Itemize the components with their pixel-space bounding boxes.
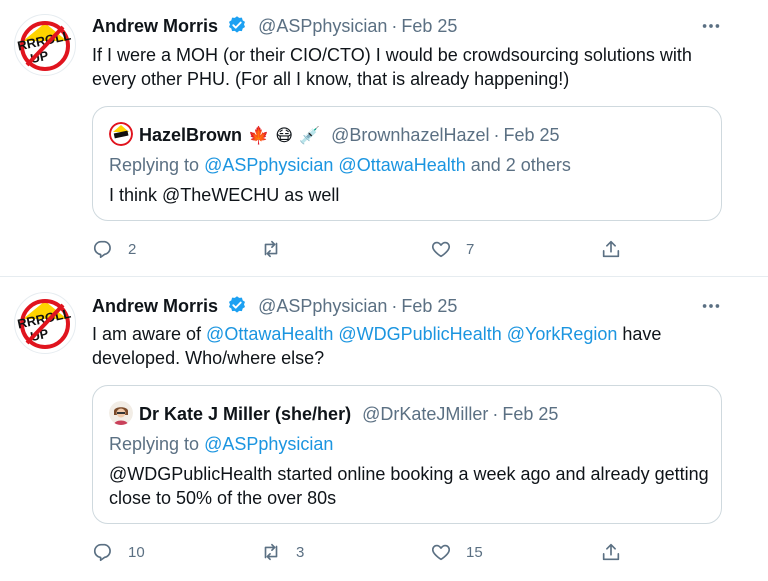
tweet[interactable]: RRROLL UP Andrew Morris @ASPphysician · Fe… bbox=[0, 277, 768, 581]
tweet-date[interactable]: Feb 25 bbox=[401, 16, 457, 36]
avatar-image: RRROLL UP bbox=[16, 294, 74, 352]
replying-to-line: Replying to @ASPphysician @OttawaHealth … bbox=[109, 153, 571, 177]
tweet-actions: 10 3 15 bbox=[92, 540, 652, 564]
reply-count: 2 bbox=[128, 240, 137, 258]
tweet-header: Andrew Morris @ASPphysician · Feb 25 bbox=[92, 14, 457, 38]
separator-dot: · bbox=[493, 125, 500, 145]
quoted-avatar-image bbox=[109, 401, 133, 425]
author-handle[interactable]: @ASPphysician bbox=[258, 296, 387, 316]
avatar[interactable]: RRROLL UP bbox=[14, 14, 76, 76]
share-button[interactable] bbox=[600, 540, 622, 564]
author-name[interactable]: Andrew Morris bbox=[92, 16, 218, 36]
reply-button[interactable]: 2 bbox=[92, 237, 136, 261]
avatar-image: RRROLL UP bbox=[16, 16, 74, 74]
heart-icon bbox=[432, 544, 450, 561]
quoted-tweet-header: Dr Kate J Miller (she/her) @DrKateJMille… bbox=[109, 401, 558, 425]
share-icon bbox=[602, 240, 620, 258]
mention-link[interactable]: @OttawaHealth bbox=[338, 155, 465, 175]
replying-to-label: Replying to bbox=[109, 155, 205, 175]
replying-to-line: Replying to @ASPphysician bbox=[109, 432, 333, 456]
quoted-tweet-date[interactable]: Feb 25 bbox=[502, 404, 558, 424]
replying-to-others[interactable]: and 2 others bbox=[466, 155, 571, 175]
mask-face-icon: 😷 bbox=[275, 126, 293, 145]
retweet-icon bbox=[264, 240, 278, 258]
verified-badge-icon bbox=[229, 296, 246, 313]
share-icon bbox=[602, 543, 620, 561]
quoted-author-name[interactable]: Dr Kate J Miller (she/her) bbox=[139, 404, 351, 424]
like-count: 15 bbox=[466, 543, 483, 561]
quoted-author-name[interactable]: HazelBrown bbox=[139, 125, 242, 145]
tweet-actions: 2 7 bbox=[92, 237, 652, 261]
quoted-tweet[interactable]: Dr Kate J Miller (she/her) @DrKateJMille… bbox=[92, 385, 722, 524]
quoted-avatar-image bbox=[109, 122, 133, 146]
mention-link[interactable]: @OttawaHealth bbox=[206, 324, 333, 344]
maple-leaf-icon: 🍁 bbox=[248, 126, 270, 145]
share-button[interactable] bbox=[600, 237, 622, 261]
quoted-tweet-text: I think @TheWECHU as well bbox=[109, 185, 340, 205]
reply-icon bbox=[93, 240, 111, 259]
mention-link[interactable]: @YorkRegion bbox=[507, 324, 618, 344]
tweet-text: I am aware of @OttawaHealth @WDGPublicHe… bbox=[92, 322, 732, 370]
quoted-avatar[interactable] bbox=[109, 122, 133, 146]
author-handle[interactable]: @ASPphysician bbox=[258, 16, 387, 36]
quoted-tweet-date[interactable]: Feb 25 bbox=[503, 125, 559, 145]
more-options-icon[interactable] bbox=[700, 295, 722, 317]
tweet-header: Andrew Morris @ASPphysician · Feb 25 bbox=[92, 294, 457, 318]
retweet-icon bbox=[264, 543, 278, 561]
retweet-button[interactable]: 3 bbox=[260, 540, 304, 564]
reply-count: 10 bbox=[128, 543, 145, 561]
retweet-button[interactable] bbox=[260, 237, 296, 261]
like-button[interactable]: 15 bbox=[430, 540, 483, 564]
separator-dot: · bbox=[391, 16, 398, 36]
separator-dot: · bbox=[492, 404, 499, 424]
quoted-tweet-text: @WDGPublicHealth started online booking … bbox=[109, 464, 709, 508]
author-name[interactable]: Andrew Morris bbox=[92, 296, 218, 316]
quoted-tweet[interactable]: HazelBrown 🍁 😷 💉 @BrownhazelHazel · Feb 25 Re… bbox=[92, 106, 722, 221]
avatar[interactable]: RRROLL UP bbox=[14, 292, 76, 354]
mention-link[interactable]: @ASPphysician bbox=[204, 155, 333, 175]
replying-to-label: Replying to bbox=[109, 434, 205, 454]
quoted-tweet-header: HazelBrown 🍁 😷 💉 @BrownhazelHazel · Feb 25 bbox=[109, 122, 560, 146]
more-options-icon[interactable] bbox=[700, 15, 722, 37]
quoted-avatar[interactable] bbox=[109, 401, 133, 425]
tweet-text: If I were a MOH (or their CIO/CTO) I wou… bbox=[92, 45, 692, 89]
verified-badge-icon bbox=[229, 16, 246, 33]
tweet-text-start: I am aware of bbox=[92, 324, 207, 344]
quoted-author-handle[interactable]: @DrKateJMiller bbox=[362, 404, 488, 424]
tweet-date[interactable]: Feb 25 bbox=[401, 296, 457, 316]
retweet-count: 3 bbox=[296, 543, 305, 561]
syringe-icon: 💉 bbox=[298, 126, 321, 145]
quoted-author-handle[interactable]: @BrownhazelHazel bbox=[331, 125, 489, 145]
like-button[interactable]: 7 bbox=[430, 237, 474, 261]
tweet[interactable]: RRROLL UP Andrew Morris @ASPphysician · Fe… bbox=[0, 0, 768, 277]
like-count: 7 bbox=[466, 240, 475, 258]
mention-link[interactable]: @WDGPublicHealth bbox=[338, 324, 501, 344]
reply-button[interactable]: 10 bbox=[92, 540, 145, 564]
reply-icon bbox=[93, 543, 111, 562]
separator-dot: · bbox=[391, 296, 398, 316]
mention-link[interactable]: @ASPphysician bbox=[204, 434, 333, 454]
heart-icon bbox=[432, 241, 450, 258]
